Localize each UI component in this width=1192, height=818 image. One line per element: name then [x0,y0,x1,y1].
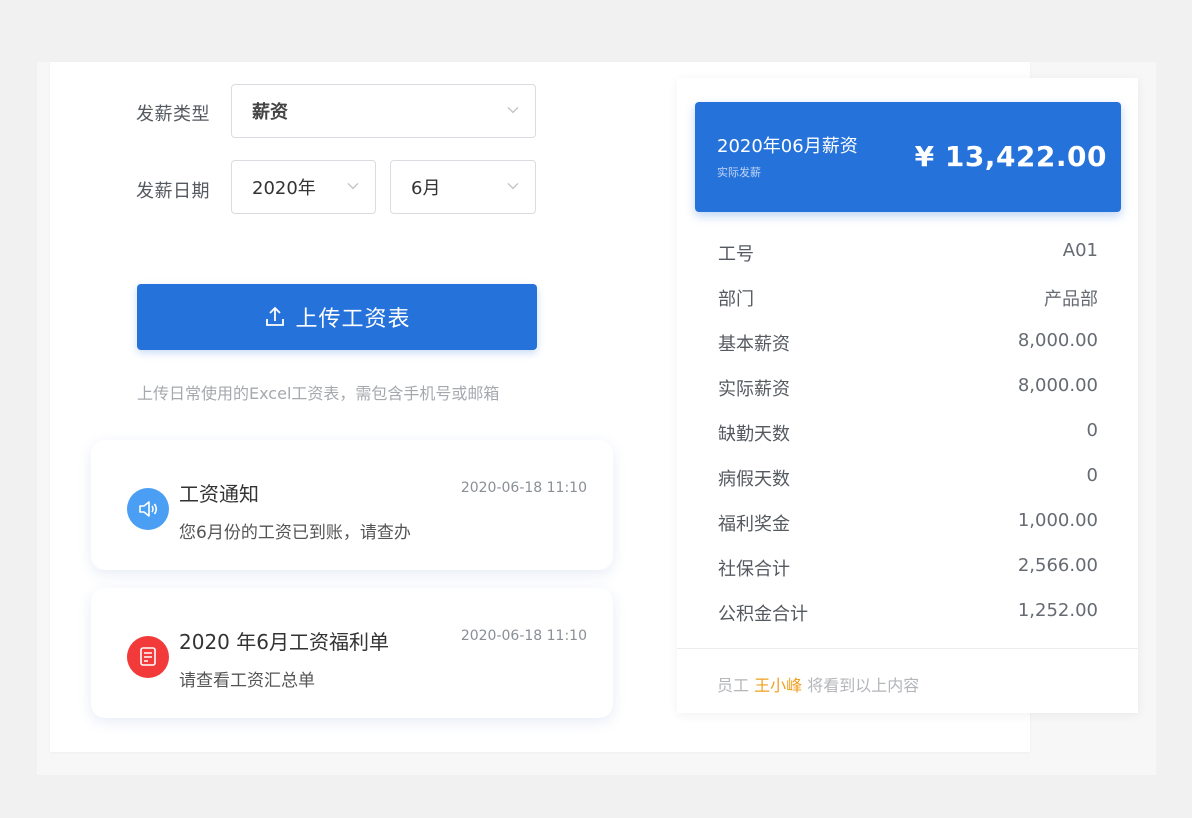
chevron-down-icon [507,182,519,190]
notice-time: 2020-06-18 11:10 [460,480,587,496]
row-label: 基本薪资 [718,334,790,355]
payslip-subtitle: 实际发薪 [717,166,761,179]
row-label: 福利奖金 [718,514,790,535]
row-label: 部门 [718,289,754,310]
payslip-footer: 员工 王小峰 将看到以上内容 [717,672,919,696]
notice-time: 2020-06-18 11:10 [460,628,587,644]
month-select[interactable]: 6月 [390,160,536,214]
row-value: 1,000.00 [1017,510,1098,531]
notice-card-salary[interactable]: 工资通知 您6月份的工资已到账，请查办 2020-06-18 11:10 [91,440,613,570]
notice-title: 2020 年6月工资福利单 [179,630,389,654]
payslip-header: 2020年06月薪资 实际发薪 ¥ 13,422.00 [695,102,1121,212]
payslip-row: 基本薪资 8,000.00 [718,330,1098,356]
notice-desc: 您6月份的工资已到账，请查办 [179,523,411,543]
payslip-period: 2020年06月薪资 [717,136,858,157]
payslip-card: 2020年06月薪资 实际发薪 ¥ 13,422.00 工号 A01 部门 产品… [677,78,1138,713]
row-value: 1,252.00 [1017,600,1098,621]
row-label: 社保合计 [718,559,790,580]
row-label: 公积金合计 [718,604,808,625]
payslip-row: 工号 A01 [718,240,1098,266]
pay-type-select[interactable]: 薪资 [231,84,536,138]
payslip-row: 福利奖金 1,000.00 [718,510,1098,536]
speaker-icon [139,501,158,517]
employee-name: 王小峰 [754,676,803,695]
row-label: 缺勤天数 [718,424,790,445]
upload-icon [266,306,285,326]
row-value: 8,000.00 [1017,330,1098,351]
year-select[interactable]: 2020年 [231,160,376,214]
payslip-row: 社保合计 2,566.00 [718,555,1098,581]
notice-card-welfare[interactable]: 2020 年6月工资福利单 请查看工资汇总单 2020-06-18 11:10 [91,588,613,718]
notice-icon-badge [127,636,169,678]
upload-button-label: 上传工资表 [295,307,411,332]
upload-salary-button[interactable]: 上传工资表 [137,284,537,350]
row-value: 8,000.00 [1017,375,1098,396]
row-value: 2,566.00 [1017,555,1098,576]
notice-icon-badge [127,488,169,530]
row-value: 0 [1086,465,1098,486]
notice-desc: 请查看工资汇总单 [179,671,315,691]
document-icon [140,647,156,666]
footer-suffix: 将看到以上内容 [807,676,920,695]
chevron-down-icon [507,106,519,114]
payslip-row: 缺勤天数 0 [718,420,1098,446]
divider [677,648,1138,649]
footer-prefix: 员工 [717,676,750,695]
month-value: 6月 [411,178,441,199]
chevron-down-icon [347,182,359,190]
notice-title: 工资通知 [179,482,259,506]
row-label: 病假天数 [718,469,790,490]
payslip-row: 病假天数 0 [718,465,1098,491]
payslip-row: 部门 产品部 [718,285,1098,311]
row-value: 0 [1086,420,1098,441]
payslip-row: 实际薪资 8,000.00 [718,375,1098,401]
row-value: 产品部 [1044,289,1098,310]
pay-type-label: 发薪类型 [136,104,210,125]
row-label: 实际薪资 [718,379,790,400]
row-value: A01 [1062,240,1098,261]
payslip-row: 公积金合计 1,252.00 [718,600,1098,626]
upload-hint: 上传日常使用的Excel工资表，需包含手机号或邮箱 [137,384,500,403]
year-value: 2020年 [252,178,316,199]
pay-type-value: 薪资 [252,102,288,123]
payslip-amount: ¥ 13,422.00 [914,140,1107,173]
row-label: 工号 [718,244,754,265]
pay-date-label: 发薪日期 [136,181,210,202]
